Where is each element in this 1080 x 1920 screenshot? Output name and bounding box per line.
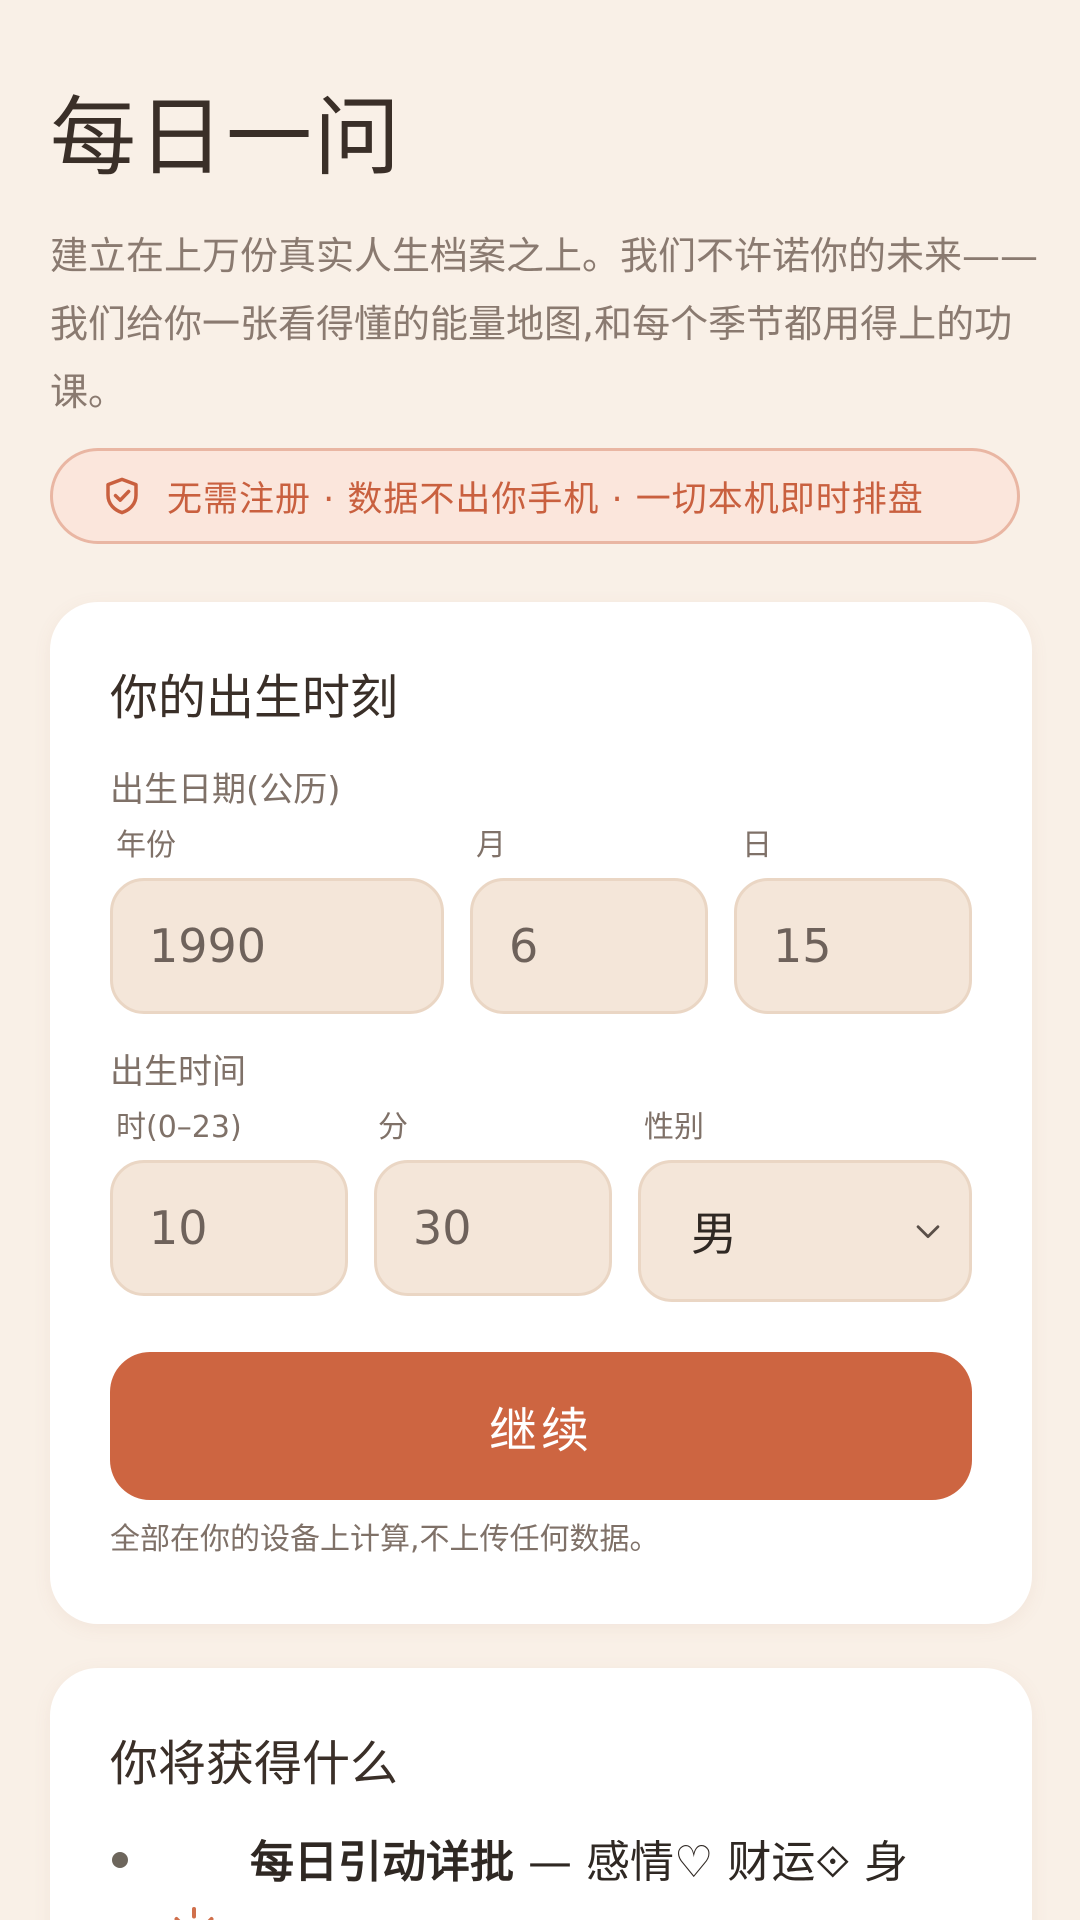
gender-select[interactable]: 男 <box>638 1160 972 1302</box>
gender-select-value: 男 <box>691 1207 737 1261</box>
intro-text: 建立在上万份真实人生档案之上。我们不许诺你的未来——我们给你一张看得懂的能量地图… <box>50 234 1039 414</box>
benefits-title: 你将获得什么 <box>110 1736 399 1792</box>
year-label: 年份 <box>116 828 176 863</box>
benefit-item-title: 每日引动详批 <box>250 1837 514 1888</box>
birth-date-section-label: 出生日期(公历) <box>110 770 341 810</box>
sun-icon <box>174 1907 214 1920</box>
shield-check-icon <box>106 477 138 515</box>
birth-time-section-label: 出生时间 <box>110 1052 246 1092</box>
benefit-item: 每日引动详批 — 感情♡ 财运⟐ 身 <box>250 1828 1010 1898</box>
continue-button[interactable]: 继续 <box>110 1352 972 1500</box>
day-label: 日 <box>742 828 772 863</box>
hour-input[interactable]: 10 <box>110 1160 348 1296</box>
benefit-item-text: — 感情♡ 财运⟐ 身 <box>514 1837 909 1888</box>
page-title: 每日一问 <box>50 88 402 188</box>
gender-label: 性别 <box>644 1110 704 1145</box>
birth-form-card: 你的出生时刻 出生日期(公历) 年份 月 日 1990 6 15 出生时间 时(… <box>50 602 1032 1624</box>
day-input[interactable]: 15 <box>734 878 972 1014</box>
chevron-down-icon <box>916 1225 940 1239</box>
minute-label: 分 <box>378 1110 408 1145</box>
form-title: 你的出生时刻 <box>110 670 399 726</box>
minute-input[interactable]: 30 <box>374 1160 612 1296</box>
hour-label: 时(0–23) <box>116 1110 242 1145</box>
privacy-badge: 无需注册 · 数据不出你手机 · 一切本机即时排盘 <box>50 448 1020 544</box>
privacy-note: 全部在你的设备上计算,不上传任何数据。 <box>110 1522 660 1557</box>
month-label: 月 <box>476 828 506 863</box>
app-screen: 每日一问 建立在上万份真实人生档案之上。我们不许诺你的未来——我们给你一张看得懂… <box>0 0 1080 1920</box>
privacy-text: 无需注册 · 数据不出你手机 · 一切本机即时排盘 <box>167 479 924 520</box>
year-input[interactable]: 1990 <box>110 878 444 1014</box>
bullet-dot <box>112 1852 128 1868</box>
month-input[interactable]: 6 <box>470 878 708 1014</box>
benefits-card: 你将获得什么 每日引动详批 — 感情♡ 财运⟐ 身 <box>50 1668 1032 1920</box>
